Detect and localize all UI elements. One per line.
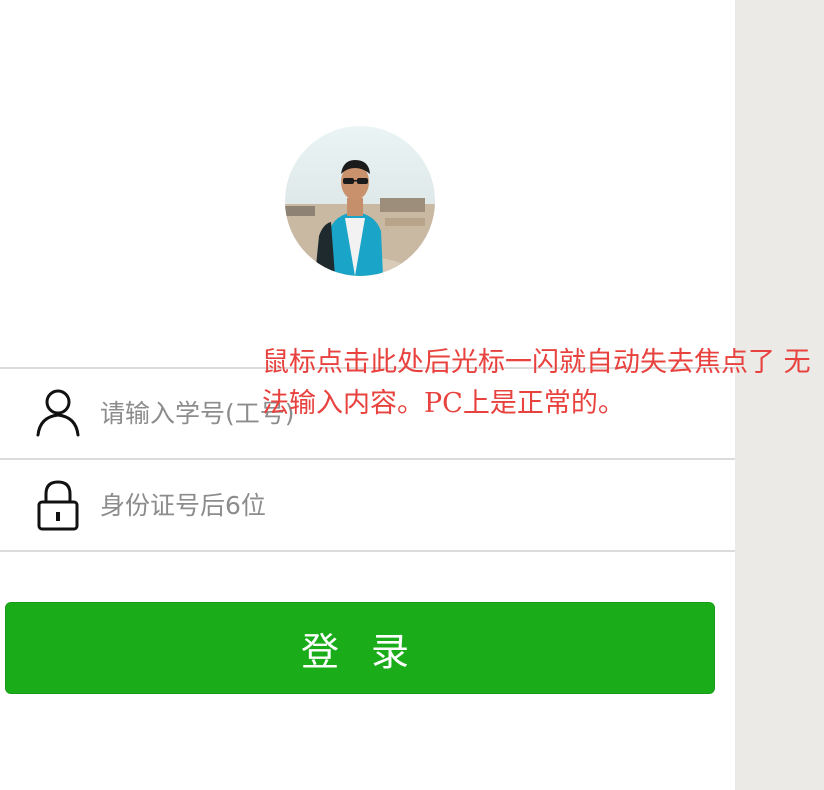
student-id-row [0, 367, 735, 457]
user-icon [34, 387, 82, 439]
password-input[interactable] [100, 483, 700, 527]
password-row [0, 458, 735, 552]
login-page: 登 录 [0, 0, 735, 790]
student-id-input[interactable] [100, 391, 700, 435]
side-panel [735, 0, 824, 790]
lock-icon [34, 479, 82, 531]
login-button[interactable]: 登 录 [5, 602, 715, 694]
avatar [285, 126, 435, 276]
